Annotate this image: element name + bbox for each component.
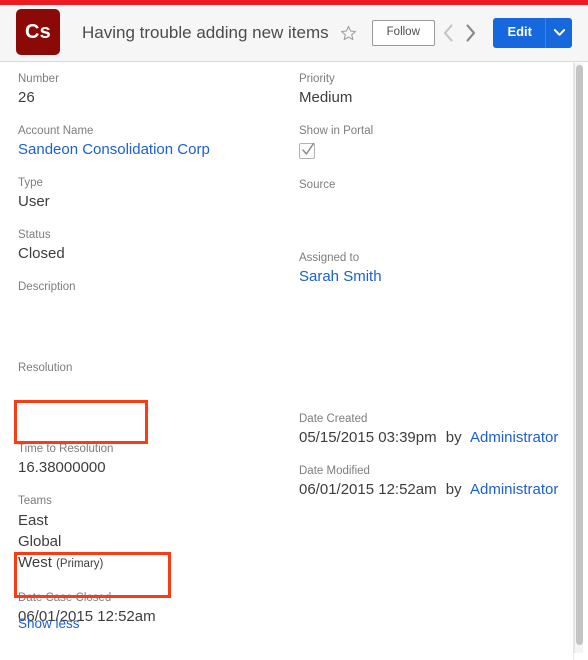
field-date-created: Date Created 05/15/2015 03:39pm by Admin…: [299, 412, 573, 448]
field-account-name: Account Name Sandeon Consolidation Corp: [18, 124, 296, 160]
field-value-description[interactable]: [18, 296, 296, 316]
field-teams: Teams East Global West (Primary): [18, 494, 296, 575]
field-value-date-created: 05/15/2015 03:39pm by Administrator: [299, 428, 573, 448]
field-date-modified: Date Modified 06/01/2015 12:52am by Admi…: [299, 464, 573, 500]
field-value-source[interactable]: [299, 194, 573, 214]
date-modified-by-user[interactable]: Administrator: [470, 481, 558, 498]
left-field-column: Number 26 Account Name Sandeon Consolida…: [18, 72, 296, 627]
field-label-teams: Teams: [18, 495, 52, 507]
follow-button[interactable]: Follow: [371, 20, 435, 46]
field-label-description: Description: [18, 281, 76, 293]
case-detail-view: Cs Having trouble adding new items Follo…: [0, 0, 588, 660]
page-title: Having trouble adding new items: [82, 23, 329, 42]
field-label-date-case-closed: Date Case Closed: [18, 592, 112, 604]
field-label-date-created: Date Created: [299, 413, 368, 425]
field-label-source: Source: [299, 179, 336, 191]
field-label-assigned-to: Assigned to: [299, 252, 360, 264]
team-name: East: [18, 512, 49, 529]
field-label-show-in-portal: Show in Portal: [299, 125, 374, 137]
field-label-number: Number: [18, 73, 59, 85]
field-value-account-name[interactable]: Sandeon Consolidation Corp: [18, 140, 296, 160]
field-assigned-to: Assigned to Sarah Smith: [299, 251, 573, 287]
teams-list: East Global West (Primary): [18, 510, 296, 575]
date-created-by-user[interactable]: Administrator: [470, 429, 558, 446]
right-field-column: Priority Medium Show in Portal Source As…: [299, 72, 573, 500]
field-grid: Number 26 Account Name Sandeon Consolida…: [0, 62, 573, 647]
next-record-button[interactable]: [459, 20, 481, 46]
date-modified-timestamp: 06/01/2015 12:52am: [299, 481, 437, 498]
team-item: Global: [18, 531, 296, 552]
vertical-scrollbar[interactable]: [574, 63, 583, 653]
date-modified-by-text: by: [445, 481, 462, 498]
field-label-resolution: Resolution: [18, 362, 73, 374]
edit-actions-caret-down-icon[interactable]: [545, 18, 572, 48]
field-label-type: Type: [18, 177, 43, 189]
team-item: West (Primary): [18, 552, 296, 575]
field-resolution: Resolution: [18, 361, 296, 397]
field-value-status: Closed: [18, 245, 65, 262]
field-status: Status Closed: [18, 228, 296, 264]
record-pagination: [437, 20, 481, 46]
field-value-number: 26: [18, 89, 35, 106]
field-type: Type User: [18, 176, 296, 212]
field-time-to-resolution: Time to Resolution 16.38000000: [18, 442, 296, 478]
field-value-time-to-resolution: 16.38000000: [18, 459, 106, 476]
team-name: West: [18, 554, 52, 571]
edit-button-group: Edit: [493, 18, 572, 48]
field-number: Number 26: [18, 72, 296, 108]
show-less-link[interactable]: Show less: [18, 616, 80, 631]
vertical-scrollbar-thumb[interactable]: [576, 65, 583, 645]
date-created-timestamp: 05/15/2015 03:39pm: [299, 429, 437, 446]
field-show-in-portal: Show in Portal: [299, 124, 573, 159]
record-header: Cs Having trouble adding new items Follo…: [0, 5, 588, 62]
field-description: Description: [18, 280, 296, 316]
field-source: Source: [299, 178, 573, 214]
field-label-time-to-resolution: Time to Resolution: [18, 443, 114, 455]
module-icon-cases: Cs: [16, 9, 60, 55]
edit-button[interactable]: Edit: [493, 18, 545, 48]
field-label-date-modified: Date Modified: [299, 465, 370, 477]
show-in-portal-checkbox[interactable]: [299, 142, 315, 159]
field-label-status: Status: [18, 229, 51, 241]
field-priority: Priority Medium: [299, 72, 573, 108]
field-value-resolution[interactable]: [18, 377, 296, 397]
checkmark-icon: [302, 142, 315, 155]
team-name: Global: [18, 533, 62, 550]
field-label-account-name: Account Name: [18, 125, 94, 137]
field-value-priority: Medium: [299, 89, 353, 106]
field-value-date-modified: 06/01/2015 12:52am by Administrator: [299, 480, 573, 500]
team-primary-tag: (Primary): [56, 558, 104, 570]
date-created-by-text: by: [445, 429, 462, 446]
previous-record-button[interactable]: [437, 20, 459, 46]
record-detail-panel: Number 26 Account Name Sandeon Consolida…: [0, 62, 588, 660]
field-value-assigned-to[interactable]: Sarah Smith: [299, 267, 573, 287]
field-label-priority: Priority: [299, 73, 335, 85]
team-item: East: [18, 510, 296, 531]
field-value-type: User: [18, 193, 50, 210]
favorite-star-icon[interactable]: [340, 25, 357, 42]
